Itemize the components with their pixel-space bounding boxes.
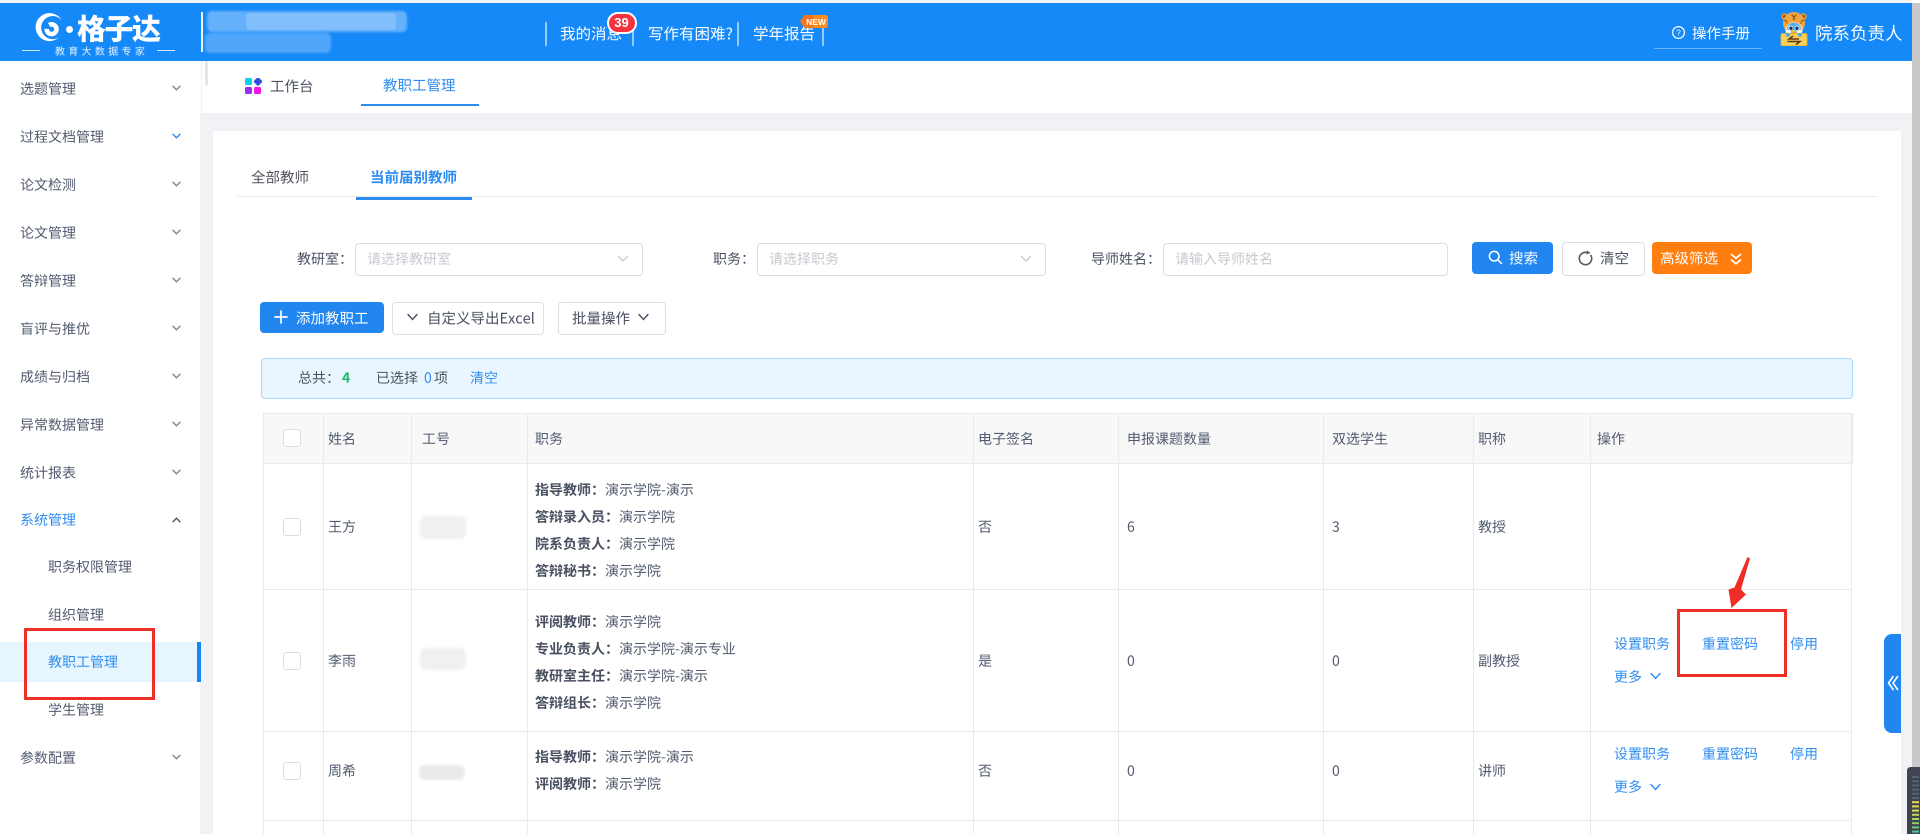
svg-text:NEW: NEW (806, 17, 827, 27)
svg-text:?: ? (1676, 28, 1681, 38)
